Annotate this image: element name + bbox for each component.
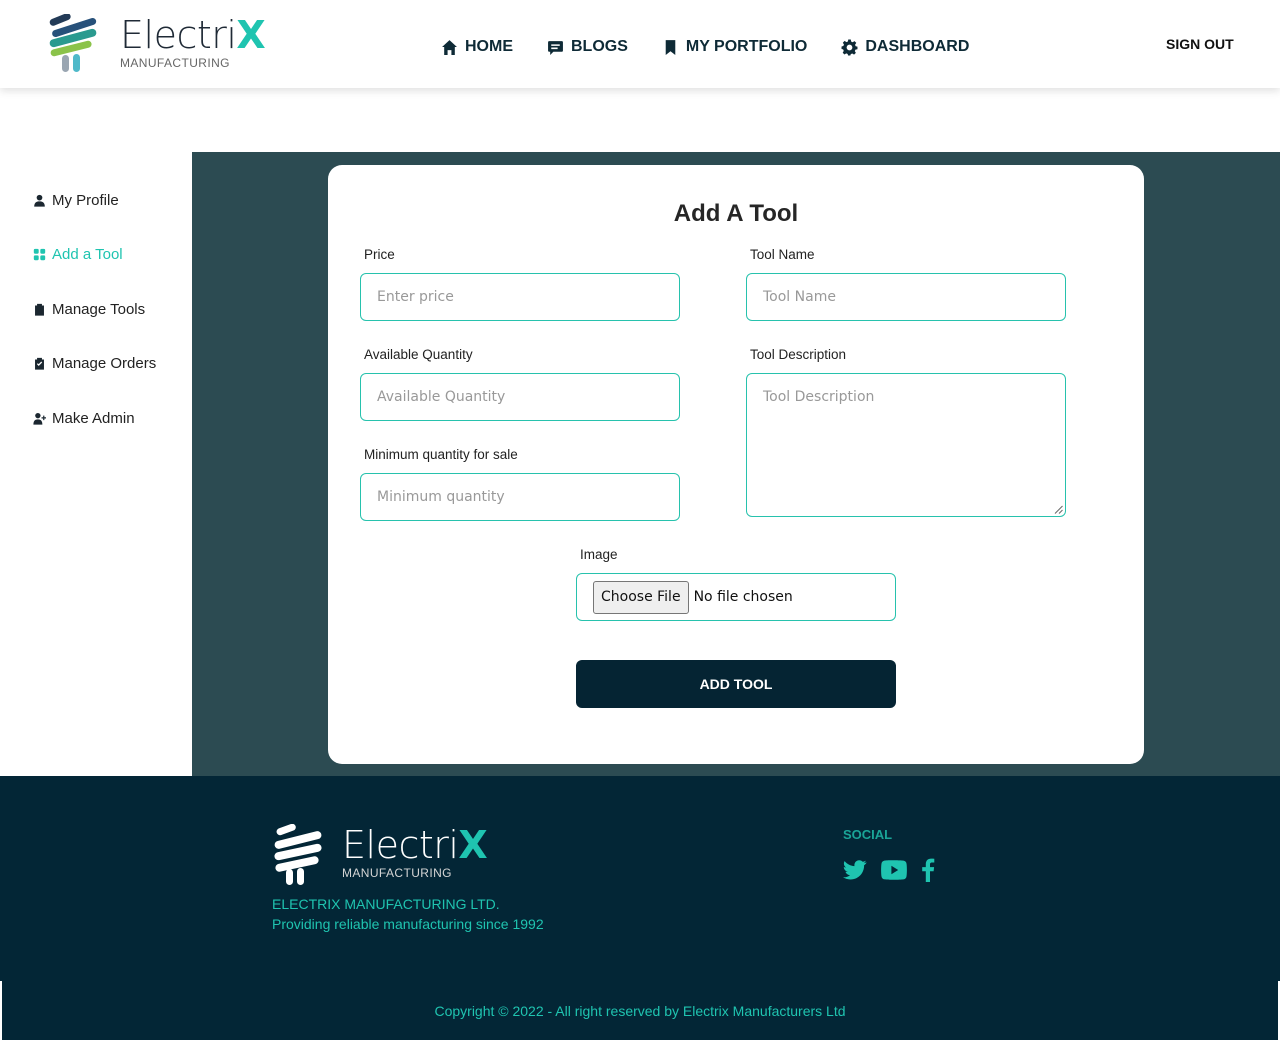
sidebar-item-my-profile[interactable]: My Profile (33, 190, 192, 210)
price-label: Price (364, 247, 395, 262)
company-tagline: Providing reliable manufacturing since 1… (272, 916, 544, 932)
main-nav: HOME BLOGS MY PORTFOLIO DASHBOARD (441, 38, 969, 56)
sidebar-item-make-admin[interactable]: Make Admin (33, 408, 192, 428)
dashboard-main: My Profile Add a Tool Manage Tools Manag… (0, 152, 1280, 776)
user-plus-icon (33, 412, 46, 425)
image-file-input: Choose File No file chosen (576, 573, 896, 621)
choose-file-button[interactable]: Choose File (593, 580, 689, 614)
price-input[interactable]: Enter price (360, 273, 680, 321)
clipboard-check-icon (35, 357, 44, 370)
minimum-quantity-label: Minimum quantity for sale (364, 447, 518, 462)
facebook-icon[interactable] (921, 858, 935, 882)
resize-handle-icon[interactable] (1054, 505, 1063, 514)
footer-logo: ElectriX MANUFACTURING (272, 823, 488, 886)
home-icon (442, 39, 457, 55)
company-info: ELECTRIX MANUFACTURING LTD. Providing re… (272, 894, 544, 934)
nav-portfolio[interactable]: MY PORTFOLIO (662, 38, 807, 56)
youtube-icon[interactable] (881, 860, 907, 880)
twitter-icon[interactable] (843, 860, 867, 880)
available-quantity-label: Available Quantity (364, 347, 473, 362)
nav-blogs-label: BLOGS (571, 38, 628, 55)
grid-icon (33, 248, 46, 261)
tool-description-placeholder: Tool Description (763, 389, 875, 405)
footer-brand-tagline: MANUFACTURING (342, 866, 452, 880)
tool-name-input[interactable]: Tool Name (746, 273, 1066, 321)
sidebar-item-label: Add a Tool (52, 246, 123, 263)
clipboard-icon (35, 303, 44, 316)
file-status-text: No file chosen (693, 589, 793, 605)
tool-name-label: Tool Name (750, 247, 815, 262)
brand-wordmark: ElectriX (120, 13, 266, 57)
add-tool-button[interactable]: ADD TOOL (576, 660, 896, 708)
tool-description-label: Tool Description (750, 347, 847, 362)
nav-dashboard-label: DASHBOARD (865, 38, 970, 55)
available-quantity-input[interactable]: Available Quantity (360, 373, 680, 421)
nav-portfolio-label: MY PORTFOLIO (685, 38, 808, 55)
tool-description-textarea[interactable]: Tool Description (746, 373, 1066, 517)
sidebar-item-add-tool[interactable]: Add a Tool (33, 245, 192, 265)
copyright-bar: Copyright © 2022 - All right reserved by… (0, 981, 1280, 1040)
copyright-text: Copyright © 2022 - All right reserved by… (434, 1002, 846, 1019)
nav-home[interactable]: HOME (441, 38, 513, 56)
bookmark-icon (665, 39, 676, 55)
nav-blogs[interactable]: BLOGS (547, 38, 628, 56)
nav-dashboard[interactable]: DASHBOARD (841, 38, 969, 56)
gear-icon (841, 39, 858, 55)
sidebar-item-manage-orders[interactable]: Manage Orders (33, 354, 192, 374)
form-title: Add A Tool (673, 200, 799, 227)
sidebar-item-manage-tools[interactable]: Manage Tools (33, 299, 192, 319)
site-footer: ElectriX MANUFACTURING ELECTRIX MANUFACT… (0, 776, 1280, 1040)
sidebar-item-label: Manage Orders (52, 355, 157, 372)
electrix-logo-mark-icon (274, 824, 322, 885)
social-links (843, 858, 935, 882)
brand-tagline: MANUFACTURING (120, 56, 230, 70)
sidebar-item-label: Make Admin (52, 409, 135, 427)
dashboard-sidebar: My Profile Add a Tool Manage Tools Manag… (0, 152, 192, 776)
comment-icon (548, 40, 563, 55)
minimum-quantity-input[interactable]: Minimum quantity (360, 473, 680, 521)
site-header: ElectriX MANUFACTURING HOME BLOGS MY POR… (0, 0, 1280, 88)
footer-brand-wordmark: ElectriX (342, 823, 488, 867)
add-tool-form: Add A Tool Price Enter price Tool Name T… (328, 165, 1144, 764)
electrix-logo-mark-icon (49, 14, 97, 72)
brand-logo[interactable]: ElectriX MANUFACTURING (46, 13, 266, 74)
user-icon (34, 194, 45, 207)
sidebar-item-label: My Profile (52, 191, 119, 209)
sign-out-button[interactable]: SIGN OUT (1166, 36, 1234, 52)
sidebar-item-label: Manage Tools (52, 300, 146, 318)
social-title: SOCIAL (843, 827, 893, 842)
company-name: ELECTRIX MANUFACTURING LTD. (272, 896, 500, 912)
nav-home-label: HOME (465, 38, 513, 55)
image-label: Image (580, 547, 618, 562)
